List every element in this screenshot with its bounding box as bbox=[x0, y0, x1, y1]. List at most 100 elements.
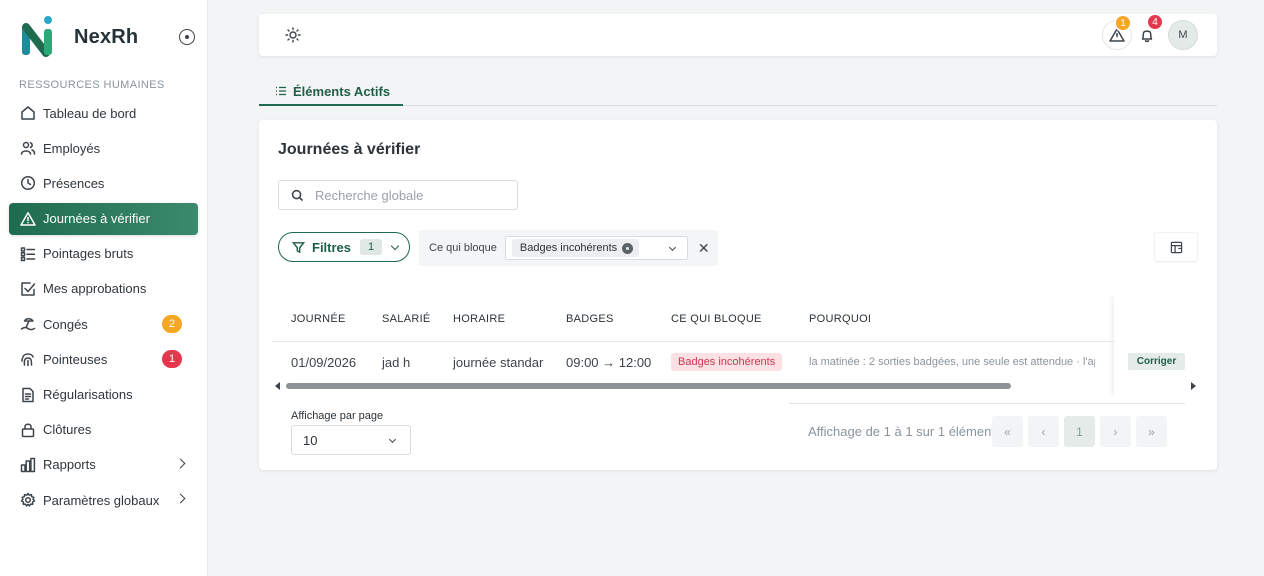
sidebar-item-label: Clôtures bbox=[43, 422, 92, 438]
tab-elements-actifs[interactable]: Éléments Actifs bbox=[259, 78, 403, 106]
beach-icon bbox=[20, 316, 36, 332]
alerts-button[interactable]: 1 bbox=[1102, 14, 1132, 50]
chevron-right-icon bbox=[175, 458, 186, 469]
filter-value-tag: Badges incohérents bbox=[511, 239, 640, 257]
list-icon bbox=[20, 246, 36, 262]
top-actions: 1 4 M bbox=[1102, 13, 1198, 50]
nexrh-logo bbox=[20, 15, 60, 59]
scrollbar-thumb[interactable] bbox=[286, 383, 1011, 389]
table-header: JOURNÉE SALARIÉ HORAIRE BADGES CE QUI BL… bbox=[272, 296, 1204, 342]
search-input[interactable] bbox=[315, 187, 515, 203]
pagination: « ‹ 1 › » bbox=[992, 416, 1172, 447]
column-header[interactable]: POURQUOI bbox=[790, 296, 1095, 341]
global-search bbox=[278, 180, 518, 210]
sidebar-toggle-button[interactable] bbox=[179, 29, 195, 45]
column-header[interactable]: HORAIRE bbox=[434, 296, 547, 341]
sidebar-item-conges[interactable]: Congés 2 bbox=[9, 308, 198, 340]
actions-column: Corriger bbox=[1114, 296, 1204, 396]
sidebar-item-label: Employés bbox=[43, 140, 101, 156]
cell-bloque: Badges incohérents bbox=[652, 342, 790, 382]
last-page-button[interactable]: » bbox=[1136, 416, 1167, 447]
sidebar-item-mes-approbations[interactable]: Mes approbations bbox=[9, 273, 198, 305]
active-filter-select[interactable]: Badges incohérents bbox=[504, 236, 688, 260]
chart-icon bbox=[20, 457, 36, 473]
column-settings-button[interactable] bbox=[1154, 232, 1198, 262]
sidebar-item-label: Paramètres globaux bbox=[43, 492, 160, 508]
sidebar-item-parametres-globaux[interactable]: Paramètres globaux bbox=[9, 484, 198, 516]
app-name: NexRh bbox=[74, 25, 139, 48]
sidebar-item-label: Journées à vérifier bbox=[43, 211, 150, 227]
sidebar-item-label: Présences bbox=[43, 175, 105, 191]
sidebar-nav: Tableau de bord Employés Présences Journ… bbox=[0, 97, 207, 516]
table-columns-icon bbox=[1170, 241, 1182, 253]
pagination-info: Affichage de 1 à 1 sur 1 élément bbox=[808, 424, 995, 439]
column-header[interactable]: BADGES bbox=[547, 296, 652, 341]
data-table: JOURNÉE SALARIÉ HORAIRE BADGES CE QUI BL… bbox=[272, 296, 1204, 396]
sidebar-item-regularisations[interactable]: Régularisations bbox=[9, 379, 198, 411]
filters-label: Filtres bbox=[312, 239, 352, 255]
sidebar-item-pointages-bruts[interactable]: Pointages bruts bbox=[9, 238, 198, 270]
fingerprint-icon bbox=[20, 351, 36, 367]
scroll-right-arrow-icon[interactable] bbox=[1191, 382, 1196, 390]
first-page-button[interactable]: « bbox=[992, 416, 1023, 447]
sidebar-item-journees-a-verifier[interactable]: Journées à vérifier bbox=[9, 202, 198, 235]
sidebar-item-label: Pointages bruts bbox=[43, 246, 134, 262]
status-badge: Badges incohérents bbox=[671, 353, 783, 371]
filters-button[interactable]: Filtres 1 bbox=[278, 232, 410, 262]
cell-journee: 01/09/2026 bbox=[291, 354, 357, 370]
chevron-down-icon bbox=[668, 243, 676, 252]
search-icon bbox=[291, 189, 304, 201]
footer-divider bbox=[789, 403, 1185, 404]
conges-count-badge: 2 bbox=[162, 315, 182, 334]
sidebar-item-employes[interactable]: Employés bbox=[9, 132, 198, 164]
sidebar-item-rapports[interactable]: Rapports bbox=[9, 449, 198, 481]
sidebar-item-clotures[interactable]: Clôtures bbox=[9, 414, 198, 446]
theme-toggle-sun-icon[interactable] bbox=[285, 27, 301, 43]
sidebar-item-label: Régularisations bbox=[43, 387, 133, 402]
corriger-button[interactable]: Corriger bbox=[1128, 353, 1185, 370]
sidebar-item-pointeuses[interactable]: Pointeuses 1 bbox=[9, 343, 198, 375]
per-page-select[interactable]: 10 bbox=[291, 425, 411, 455]
tabs: Éléments Actifs bbox=[259, 78, 1217, 106]
sidebar-section-label: RESSOURCES HUMAINES bbox=[19, 79, 165, 91]
sidebar-item-label: Mes approbations bbox=[43, 281, 147, 297]
column-header[interactable]: JOURNÉE bbox=[272, 296, 363, 341]
sidebar-item-label: Congés bbox=[43, 316, 88, 332]
scroll-left-arrow-icon[interactable] bbox=[275, 382, 280, 390]
pointeuses-count-badge: 1 bbox=[162, 350, 182, 369]
per-page-label: Affichage par page bbox=[291, 410, 384, 422]
cell-badges: 09:00 → 12:00 bbox=[566, 354, 652, 370]
chevron-down-icon bbox=[388, 435, 397, 444]
next-page-button[interactable]: › bbox=[1100, 416, 1131, 447]
cell-salarie: jad h bbox=[382, 354, 411, 370]
filter-icon bbox=[292, 241, 305, 253]
filters-count-badge: 1 bbox=[360, 239, 383, 255]
home-icon bbox=[20, 105, 36, 121]
sidebar-item-tableau-de-bord[interactable]: Tableau de bord bbox=[9, 97, 198, 129]
clear-filter-button[interactable]: ✕ bbox=[698, 240, 710, 257]
horizontal-scrollbar[interactable] bbox=[272, 382, 1204, 390]
cell-pourquoi: la matinée : 2 sorties badgées, une seul… bbox=[809, 356, 1095, 368]
page-number-button[interactable]: 1 bbox=[1064, 416, 1095, 447]
column-header[interactable]: SALARIÉ bbox=[363, 296, 434, 341]
list-icon bbox=[276, 86, 286, 96]
gear-icon bbox=[20, 492, 36, 508]
cell-horaire: journée standar bbox=[453, 354, 544, 370]
column-header[interactable]: CE QUI BLOQUE bbox=[652, 296, 790, 341]
sidebar-item-presences[interactable]: Présences bbox=[9, 167, 198, 199]
notifications-button[interactable]: 4 bbox=[1132, 13, 1164, 50]
remove-tag-icon[interactable] bbox=[622, 242, 634, 254]
sidebar: NexRh RESSOURCES HUMAINES Tableau de bor… bbox=[0, 0, 208, 576]
main-card: Journées à vérifier Filtres 1 Ce qui blo… bbox=[259, 120, 1217, 470]
sidebar-item-label: Pointeuses bbox=[43, 351, 108, 367]
document-icon bbox=[20, 387, 36, 403]
sidebar-item-label: Tableau de bord bbox=[43, 105, 137, 121]
table-row[interactable]: 01/09/2026 jad h journée standar 09:00 →… bbox=[272, 342, 1204, 382]
top-bar: 1 4 M bbox=[259, 13, 1217, 56]
check-square-icon bbox=[20, 281, 36, 297]
tab-label: Éléments Actifs bbox=[293, 83, 391, 99]
brand: NexRh bbox=[0, 0, 207, 74]
user-avatar[interactable]: M bbox=[1168, 20, 1198, 50]
lock-icon bbox=[20, 422, 36, 438]
prev-page-button[interactable]: ‹ bbox=[1028, 416, 1059, 447]
